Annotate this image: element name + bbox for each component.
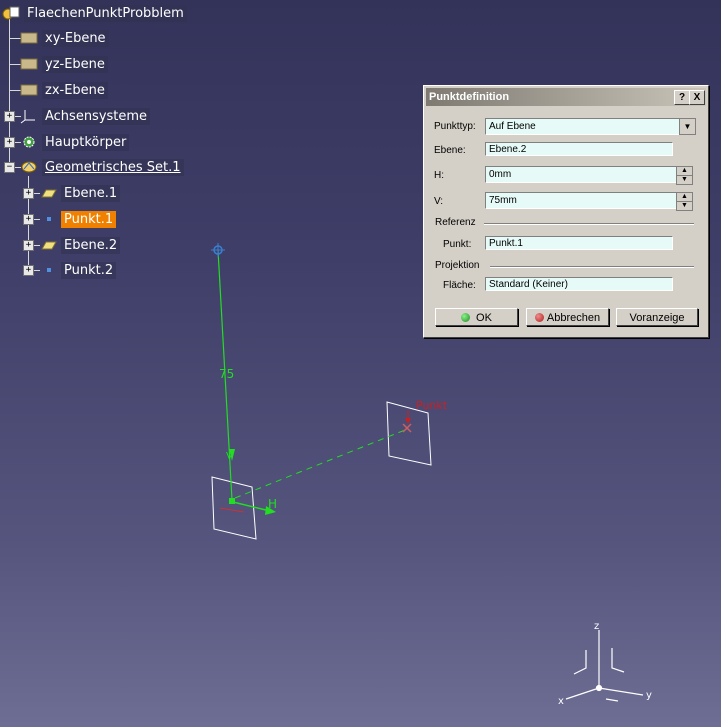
point-arrowhead: [405, 418, 411, 424]
h-spinner[interactable]: ▲ ▼: [676, 166, 693, 185]
expand-toggle[interactable]: +: [23, 214, 34, 225]
h-label: H:: [434, 170, 444, 181]
axis-system-icon: [20, 108, 38, 124]
reference-link-line: [234, 429, 406, 499]
reference-point-label: Punkt:: [443, 239, 472, 250]
tree-item-label: Achsensysteme: [42, 107, 151, 125]
surface-label: Fläche:: [443, 280, 476, 291]
tree-item-label: Punkt.1: [61, 210, 117, 228]
point-type-label: Punkttyp:: [434, 121, 476, 132]
tree-item-ebene-1[interactable]: Ebene.1: [39, 183, 121, 203]
tree-item-zx-plane[interactable]: zx-Ebene: [20, 80, 108, 100]
section-divider: [484, 223, 694, 225]
tree-item-label: zx-Ebene: [42, 81, 108, 99]
tree-item-label: Ebene.1: [61, 184, 121, 202]
tree-root-label: FlaechenPunktProbblem: [24, 4, 187, 22]
cancel-red-icon: [534, 313, 544, 322]
cancel-label: Abbrechen: [546, 312, 601, 324]
tree-item-main-body[interactable]: Hauptkörper: [20, 132, 130, 152]
surface-field[interactable]: Standard (Keiner): [485, 277, 673, 291]
help-button[interactable]: ?: [674, 90, 690, 105]
origin-marker[interactable]: [229, 498, 235, 504]
tree-item-ebene-2[interactable]: Ebene.2: [39, 235, 121, 255]
plane-icon: [20, 56, 38, 72]
tree-item-label: Ebene.2: [61, 236, 121, 254]
v-value-input[interactable]: 75mm: [485, 192, 677, 209]
ok-label: OK: [476, 312, 492, 324]
point-type-value: Auf Ebene: [489, 121, 536, 132]
compass-x-label: x: [558, 696, 564, 707]
spin-up-icon[interactable]: ▲: [677, 167, 692, 176]
cancel-button[interactable]: Abbrechen: [526, 308, 609, 326]
expand-toggle[interactable]: +: [23, 188, 34, 199]
tree-item-punkt-1[interactable]: Punkt.1: [39, 209, 117, 229]
v-dimension-value[interactable]: 75: [219, 367, 234, 381]
dialog-title: Punktdefinition: [429, 91, 510, 103]
plane-ebene-2-preview[interactable]: [211, 476, 257, 540]
plane-icon: [20, 82, 38, 98]
v-value: 75mm: [489, 195, 517, 206]
expand-toggle[interactable]: +: [23, 265, 34, 276]
plane-label: Ebene:: [434, 145, 466, 156]
plane-value: Ebene.2: [489, 144, 527, 155]
v-axis-label: V: [226, 451, 233, 462]
body-gear-icon: [20, 134, 38, 150]
plane-icon: [20, 30, 38, 46]
v-spinner[interactable]: ▲ ▼: [676, 192, 693, 211]
tree-item-axis-systems[interactable]: Achsensysteme: [20, 106, 151, 126]
point-icon: [39, 262, 57, 278]
tree-item-label: Geometrisches Set.1: [42, 158, 184, 176]
expand-toggle[interactable]: +: [23, 240, 34, 251]
ok-green-icon: [461, 313, 471, 322]
projection-section-label: Projektion: [435, 260, 480, 271]
plane-icon: [39, 237, 57, 253]
section-divider: [490, 266, 694, 268]
tree-root[interactable]: FlaechenPunktProbblem: [2, 3, 187, 23]
point-label: Punkt: [416, 399, 448, 412]
v-label: V:: [434, 196, 444, 207]
expand-toggle[interactable]: +: [4, 137, 15, 148]
reference-point-value: Punkt.1: [489, 238, 523, 249]
tree-item-label: Hauptkörper: [42, 133, 130, 151]
h-value: 0mm: [489, 169, 512, 180]
tree-item-label: xy-Ebene: [42, 29, 109, 47]
part-icon: [2, 5, 20, 21]
surface-value: Standard (Keiner): [489, 279, 568, 290]
collapse-toggle[interactable]: −: [4, 162, 15, 173]
dialog-title-bar[interactable]: Punktdefinition: [426, 88, 706, 106]
tree-item-geometric-set[interactable]: Geometrisches Set.1: [20, 157, 184, 177]
tree-item-xy-plane[interactable]: xy-Ebene: [20, 28, 109, 48]
plane-field[interactable]: Ebene.2: [485, 142, 673, 156]
plane-icon: [39, 185, 57, 201]
preview-label: Voranzeige: [629, 312, 685, 324]
expand-toggle[interactable]: +: [4, 111, 15, 122]
spin-down-icon[interactable]: ▼: [677, 176, 692, 184]
point-definition-dialog: Punktdefinition ? X Punkttyp: Auf Ebene …: [423, 85, 709, 338]
geometric-set-icon: [20, 159, 38, 175]
tree-item-label: yz-Ebene: [42, 55, 108, 73]
tree-item-punkt-2[interactable]: Punkt.2: [39, 260, 117, 280]
ok-button[interactable]: OK: [435, 308, 518, 326]
compass-icon[interactable]: [565, 630, 644, 702]
preview-button[interactable]: Voranzeige: [616, 308, 698, 326]
h-value-input[interactable]: 0mm: [485, 166, 677, 183]
tree-item-yz-plane[interactable]: yz-Ebene: [20, 54, 108, 74]
specification-tree: FlaechenPunktProbblem xy-Ebene yz-Ebene …: [0, 0, 260, 290]
origin-red-tick: [219, 507, 245, 513]
tree-item-label: Punkt.2: [61, 261, 117, 279]
compass-y-label: y: [646, 690, 652, 701]
h-axis-label: H: [268, 497, 277, 511]
spin-up-icon[interactable]: ▲: [677, 193, 692, 202]
point-icon: [39, 211, 57, 227]
compass-z-label: z: [594, 621, 599, 632]
h-axis-line: [232, 501, 271, 512]
dropdown-arrow-icon[interactable]: ▼: [679, 118, 696, 135]
spin-down-icon[interactable]: ▼: [677, 202, 692, 210]
reference-section-label: Referenz: [435, 217, 476, 228]
reference-point-field[interactable]: Punkt.1: [485, 236, 673, 250]
close-button[interactable]: X: [689, 90, 705, 105]
point-type-select[interactable]: Auf Ebene: [485, 118, 695, 135]
